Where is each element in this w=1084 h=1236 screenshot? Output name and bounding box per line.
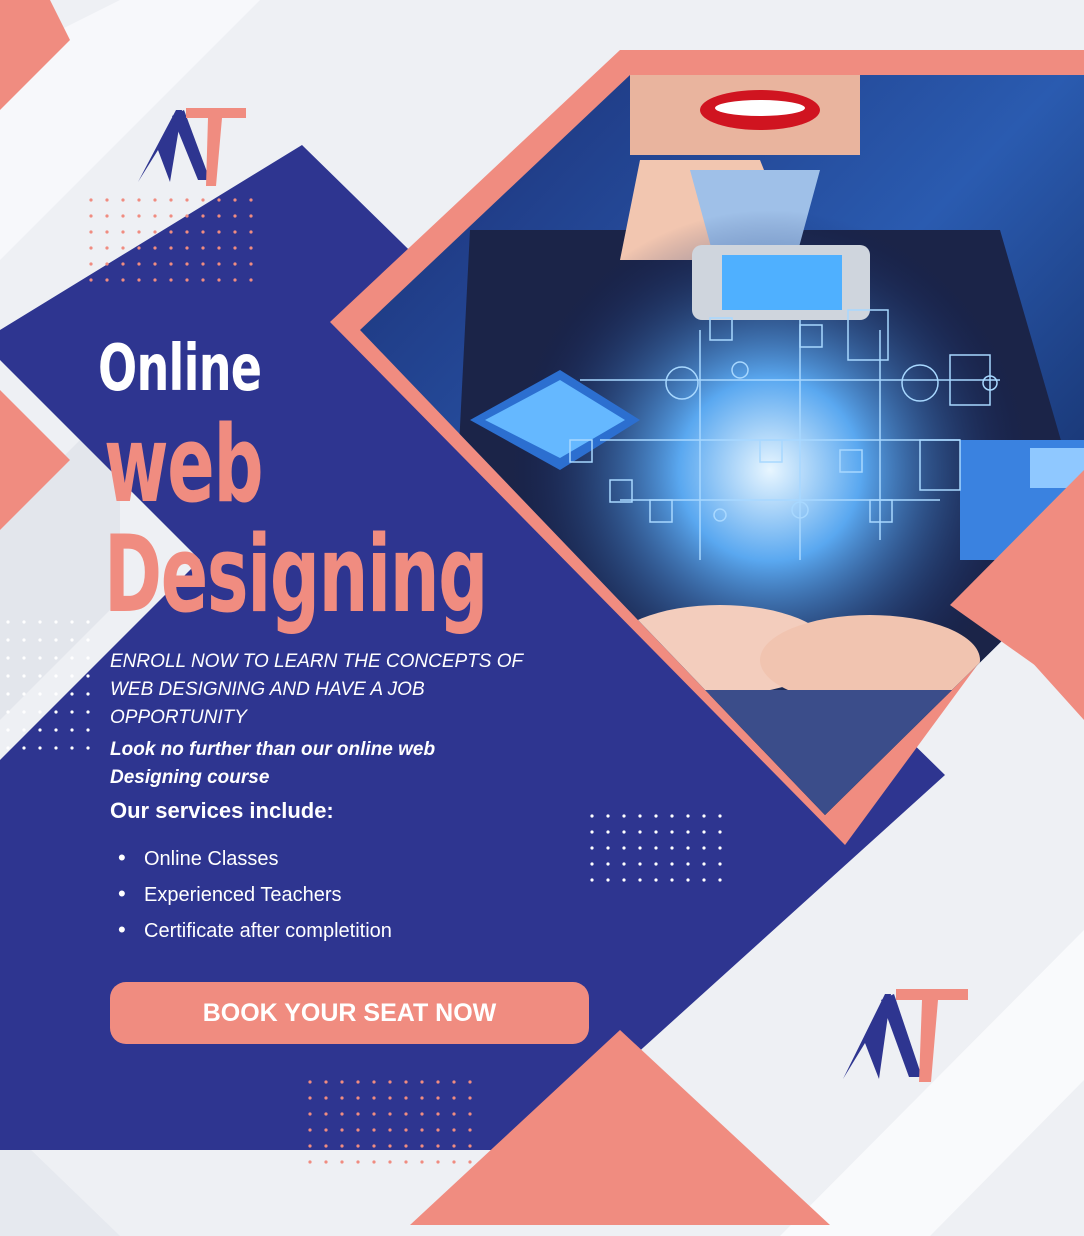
book-seat-button[interactable]: BOOK YOUR SEAT NOW [110,982,589,1044]
headline-designing: Designing [104,513,488,636]
services-title: Our services include: [110,798,334,823]
service-item-online-classes: Online Classes [118,842,392,878]
smartphone-icon [692,245,870,320]
headline-web: web [104,403,264,526]
enroll-text: ENROLL NOW TO LEARN THE CONCEPTS OF WEB … [110,651,523,728]
service-item-certificate: Certificate after completition [118,914,392,950]
poster: Online web Designing ENROLL NOW TO LEARN… [0,0,1084,1236]
services-list: Online Classes Experienced Teachers Cert… [118,842,392,950]
headline-online: Online [98,332,262,406]
service-item-experienced-teachers: Experienced Teachers [118,878,392,914]
tagline: Look no further than our online web Desi… [110,739,436,788]
